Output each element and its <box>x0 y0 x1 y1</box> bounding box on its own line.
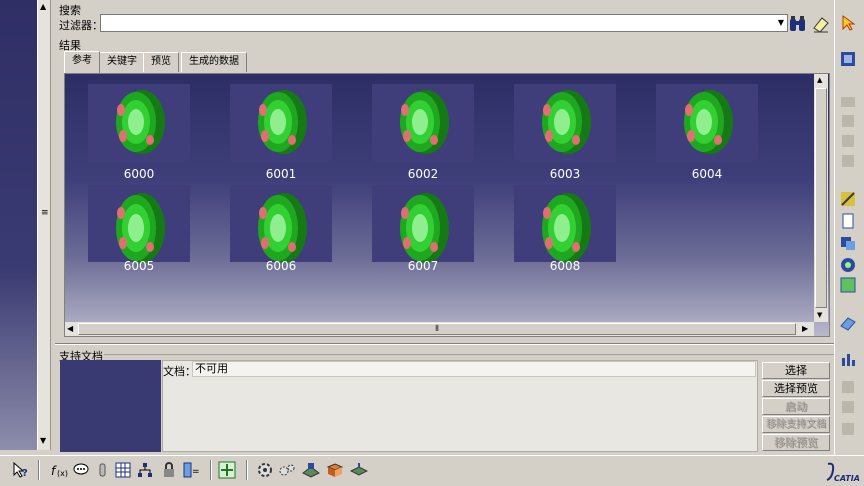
document-icon[interactable] <box>839 212 857 229</box>
link-doc-icon[interactable] <box>839 234 857 250</box>
tab-keywords[interactable]: 关键字 <box>99 52 145 72</box>
bearing-thumbnail-icon[interactable] <box>230 185 332 263</box>
comment-icon[interactable] <box>72 461 90 479</box>
gallery-vertical-scroll-thumb[interactable] <box>815 88 827 308</box>
eraser-tool-icon[interactable] <box>839 314 857 331</box>
bearing-thumbnail-icon[interactable] <box>372 185 474 263</box>
scroll-right-arrow-icon[interactable]: ▶ <box>802 324 808 333</box>
eraser-clear-icon[interactable] <box>810 13 831 34</box>
fit-all-icon[interactable] <box>218 461 236 479</box>
gallery-horizontal-scroll-thumb[interactable]: ⦀ <box>78 323 796 335</box>
tab-reference[interactable]: 参考 <box>64 51 100 73</box>
scroll-left-arrow-icon[interactable]: ◀ <box>67 324 73 333</box>
filter-input[interactable] <box>100 14 788 32</box>
remove-preview-button[interactable]: 移除预览 <box>762 434 830 451</box>
result-item-label: 6003 <box>549 167 581 181</box>
tree-structure-icon[interactable] <box>136 461 154 479</box>
bearing-thumbnail-icon[interactable] <box>88 185 190 263</box>
bearing-thumbnail-icon[interactable] <box>230 84 332 161</box>
result-item-label: 6004 <box>691 167 723 181</box>
grid-icon[interactable] <box>839 420 857 436</box>
filter-dropdown-arrow-icon[interactable]: ▼ <box>775 16 787 30</box>
section-divider <box>104 354 834 355</box>
launch-button[interactable]: 启动 <box>762 398 830 415</box>
binoculars-search-icon[interactable] <box>787 13 808 34</box>
doc-preview-area <box>60 360 161 452</box>
formula-icon[interactable]: f (x) <box>50 461 68 479</box>
toolbar-separator <box>38 460 40 480</box>
catalog-icon[interactable] <box>839 50 857 66</box>
result-item-6001[interactable]: 6001 <box>230 84 332 181</box>
left-tree-panel <box>0 0 37 450</box>
bearing-thumbnail-icon[interactable] <box>372 84 474 161</box>
result-item-6005[interactable]: 6005 <box>88 185 190 273</box>
scroll-down-arrow-icon[interactable]: ▼ <box>40 436 46 445</box>
table-icon[interactable] <box>839 276 857 293</box>
knowledge-icon[interactable] <box>94 461 112 479</box>
left-panel-scrollbar[interactable]: ▲ ≡ ▼ <box>37 0 51 450</box>
lock-icon[interactable] <box>160 461 178 479</box>
scroll-down-arrow-icon[interactable]: ▼ <box>817 311 822 319</box>
result-item-6003[interactable]: 6003 <box>514 84 616 181</box>
result-item-label: 6000 <box>123 167 155 181</box>
component-icon[interactable] <box>839 112 857 128</box>
svg-text:(x): (x) <box>57 469 68 478</box>
toolbar-separator <box>246 460 248 480</box>
whats-this-help-icon[interactable]: ? <box>12 461 30 479</box>
open-folder-icon[interactable] <box>839 92 857 108</box>
add-component-icon[interactable] <box>839 132 857 148</box>
scroll-up-arrow-icon[interactable]: ▲ <box>40 2 46 11</box>
svg-text:CATIA: CATIA <box>834 474 860 483</box>
tab-generated-data[interactable]: 生成的数据 <box>181 52 247 72</box>
generate-icon[interactable] <box>839 256 857 272</box>
keyword-icon[interactable] <box>839 190 857 206</box>
panel-splitter[interactable] <box>55 343 834 345</box>
result-item-6000[interactable]: 6000 <box>88 84 190 181</box>
book-icon[interactable] <box>326 461 344 479</box>
catalog-browser-icon[interactable] <box>302 461 320 479</box>
bearing-thumbnail-icon[interactable] <box>656 84 758 161</box>
toolbar-separator <box>210 460 212 480</box>
parameters-icon[interactable]: = <box>182 461 200 479</box>
select-preview-button[interactable]: 选择预览 <box>762 380 830 397</box>
open-catalog-icon[interactable] <box>349 461 369 479</box>
svg-text:?: ? <box>22 468 28 479</box>
scroll-grip-icon[interactable]: ≡ <box>41 208 49 218</box>
bearing-thumbnail-icon[interactable] <box>88 84 190 161</box>
tab-preview[interactable]: 预览 <box>143 52 179 72</box>
remove-support-doc-button[interactable]: 移除支持文档 <box>762 416 830 433</box>
select-button[interactable]: 选择 <box>762 362 830 379</box>
chart-icon[interactable] <box>839 350 857 366</box>
gears-icon[interactable] <box>278 461 296 479</box>
gear-settings-icon[interactable] <box>256 461 274 479</box>
save-catalog-icon[interactable] <box>839 378 857 394</box>
scroll-up-arrow-icon[interactable]: ▲ <box>817 76 822 84</box>
select-arrow-icon[interactable] <box>839 14 857 31</box>
result-item-label: 6002 <box>407 167 439 181</box>
copy-component-icon[interactable] <box>839 152 857 168</box>
catia-logo: CATIA <box>824 460 860 484</box>
bearing-thumbnail-icon[interactable] <box>514 185 616 263</box>
result-item-label: 6001 <box>265 167 297 181</box>
filter-label: 过滤器： <box>59 19 103 32</box>
result-item-6002[interactable]: 6002 <box>372 84 474 181</box>
result-item-6004[interactable]: 6004 <box>656 84 758 181</box>
doc-value-field: 不可用 <box>192 361 756 377</box>
bearing-thumbnail-icon[interactable] <box>514 84 616 161</box>
result-item-6007[interactable]: 6007 <box>372 185 474 273</box>
search-section-label: 搜索 <box>59 4 81 17</box>
result-item-6008[interactable]: 6008 <box>514 185 616 273</box>
result-item-6006[interactable]: 6006 <box>230 185 332 273</box>
table-grid-icon[interactable] <box>114 461 132 479</box>
reorder-icon[interactable] <box>839 398 857 414</box>
svg-text:=: = <box>192 467 200 477</box>
